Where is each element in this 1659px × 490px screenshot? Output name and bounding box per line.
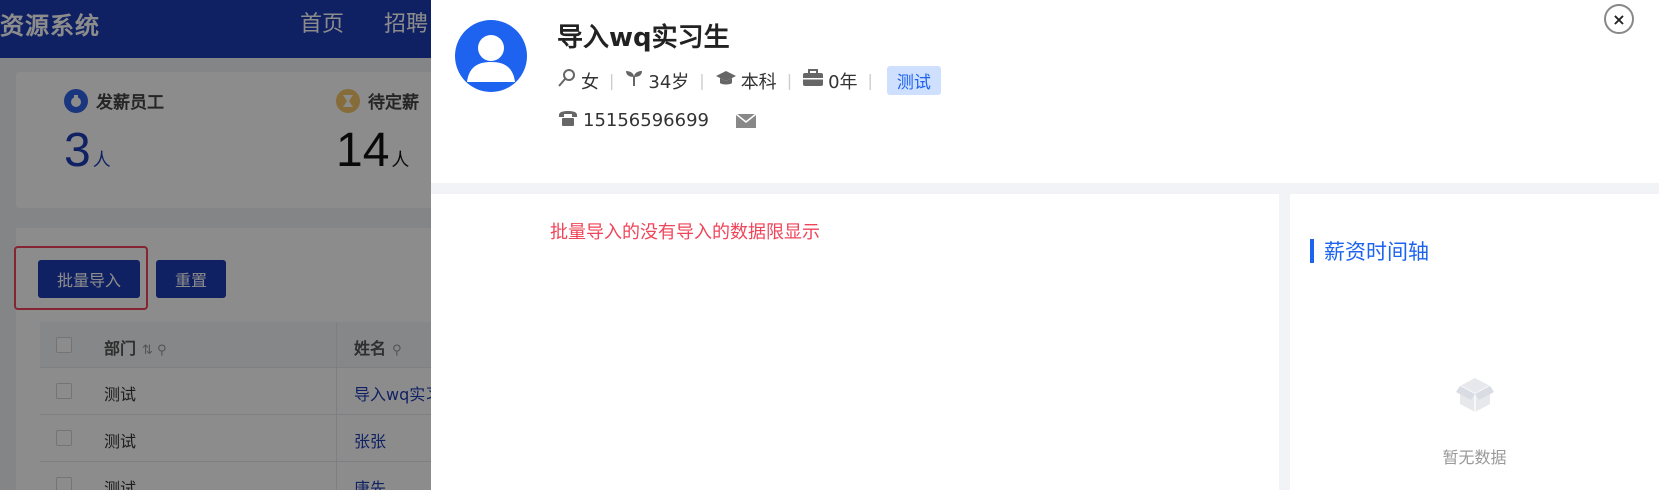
employee-detail-drawer: 导入wq实习生 女 | 34岁 | 本科 | 0年 | 测试 151565966… (431, 0, 1659, 490)
education-value: 本科 (740, 71, 777, 93)
briefcase-icon (802, 68, 824, 93)
mail-icon[interactable] (735, 112, 757, 129)
department-tag: 测试 (886, 66, 941, 95)
profile-header: 导入wq实习生 女 | 34岁 | 本科 | 0年 | 测试 151565966… (431, 0, 1659, 183)
empty-state-text: 暂无数据 (1442, 448, 1507, 467)
gender-value: 女 (581, 71, 599, 93)
avatar (455, 20, 527, 92)
phone-number: 15156596699 (583, 110, 709, 131)
experience-value: 0年 (828, 71, 858, 93)
import-result-panel: 批量导入的没有导入的数据限显示 (431, 194, 1279, 490)
employee-contact: 15156596699 (557, 109, 757, 132)
modal-mask[interactable] (0, 0, 431, 490)
timeline-title: 薪资时间轴 (1310, 236, 1429, 266)
salary-timeline-panel: 薪资时间轴 暂无数据 (1290, 194, 1659, 490)
gender-icon (557, 68, 577, 93)
close-icon[interactable]: × (1604, 4, 1634, 34)
empty-box-icon (1452, 368, 1498, 418)
age-value: 34岁 (648, 71, 690, 93)
employee-meta: 女 | 34岁 | 本科 | 0年 | 测试 (557, 66, 941, 95)
employee-name: 导入wq实习生 (557, 23, 730, 53)
graduation-cap-icon (715, 68, 737, 93)
phone-icon (557, 109, 579, 132)
import-notice: 批量导入的没有导入的数据限显示 (550, 222, 820, 243)
sprout-icon (624, 68, 644, 93)
